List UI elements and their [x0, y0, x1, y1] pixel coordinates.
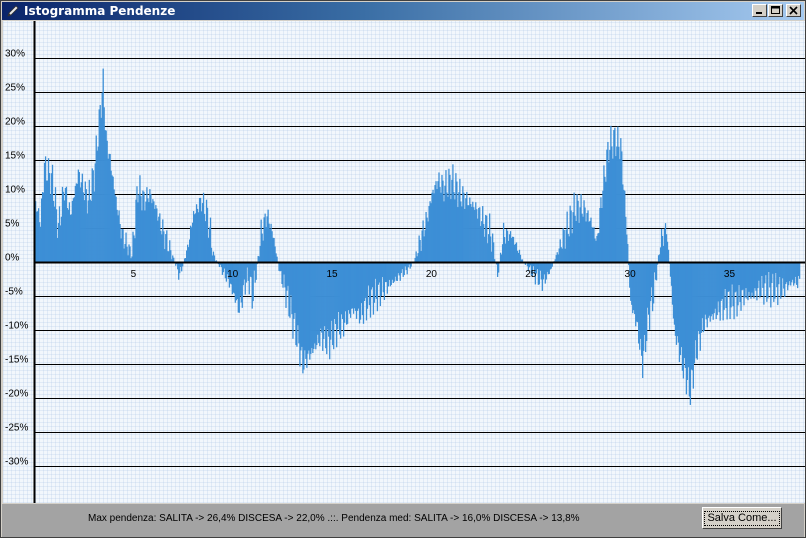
- y-tick-label: -10%: [5, 321, 28, 332]
- y-tick-label: 30%: [5, 49, 25, 60]
- x-tick-label: 15: [326, 269, 338, 280]
- slope-bar: [627, 243, 629, 262]
- maximize-icon: [771, 6, 780, 14]
- close-button[interactable]: [786, 4, 801, 17]
- slope-stats-text: Max pendenza: SALITA -> 26,4% DISCESA ->…: [88, 513, 580, 524]
- pencil-icon: [7, 5, 19, 17]
- x-tick-label: 30: [625, 269, 637, 280]
- y-tick-label: 15%: [5, 151, 25, 162]
- y-tick-label: 20%: [5, 117, 25, 128]
- histogram-chart: 30% 25% 20% 15% 10% 5% 0% -5% -10% -15% -20% -25% -3…: [5, 21, 805, 503]
- slope-bar: [493, 242, 495, 262]
- minimize-button[interactable]: [752, 4, 767, 17]
- slope-bar: [799, 262, 801, 279]
- close-icon: [789, 6, 798, 15]
- y-tick-label: -30%: [5, 457, 28, 468]
- minimize-icon: [756, 12, 762, 14]
- slope-bar: [173, 257, 175, 262]
- x-tick-label: 25: [525, 269, 537, 280]
- y-tick-label: 10%: [5, 185, 25, 196]
- x-tick-label: 10: [227, 269, 239, 280]
- slope-bar: [497, 262, 500, 273]
- window-title: Istogramma Pendenze: [24, 4, 176, 18]
- y-tick-label: -15%: [5, 355, 28, 366]
- title-bar[interactable]: Istogramma Pendenze: [2, 2, 804, 20]
- save-as-button[interactable]: Salva Come...: [702, 507, 782, 529]
- x-tick-label: 5: [131, 269, 137, 280]
- y-tick-label: -20%: [5, 389, 28, 400]
- x-tick-label: 35: [724, 269, 736, 280]
- save-as-label: Salva Come...: [704, 510, 780, 526]
- slope-bar: [255, 262, 257, 280]
- maximize-button[interactable]: [768, 4, 783, 17]
- slope-bar: [655, 262, 658, 281]
- slope-bar: [667, 249, 670, 262]
- slope-histogram: 30% 25% 20% 15% 10% 5% 0% -5% -10% -15% -20% -25% -3…: [3, 21, 805, 503]
- y-tick-label: -5%: [5, 287, 23, 298]
- slope-bar: [276, 256, 278, 262]
- y-tick-label: 0%: [5, 253, 20, 264]
- y-tick-label: 25%: [5, 83, 25, 94]
- y-tick-label: -25%: [5, 423, 28, 434]
- y-tick-label: 5%: [5, 219, 20, 230]
- x-tick-label: 20: [426, 269, 438, 280]
- status-bar: Max pendenza: SALITA -> 26,4% DISCESA ->…: [2, 504, 804, 537]
- app-window: Istogramma Pendenze 30% 25% 20% 15% 10% 5% 0% -…: [0, 0, 806, 538]
